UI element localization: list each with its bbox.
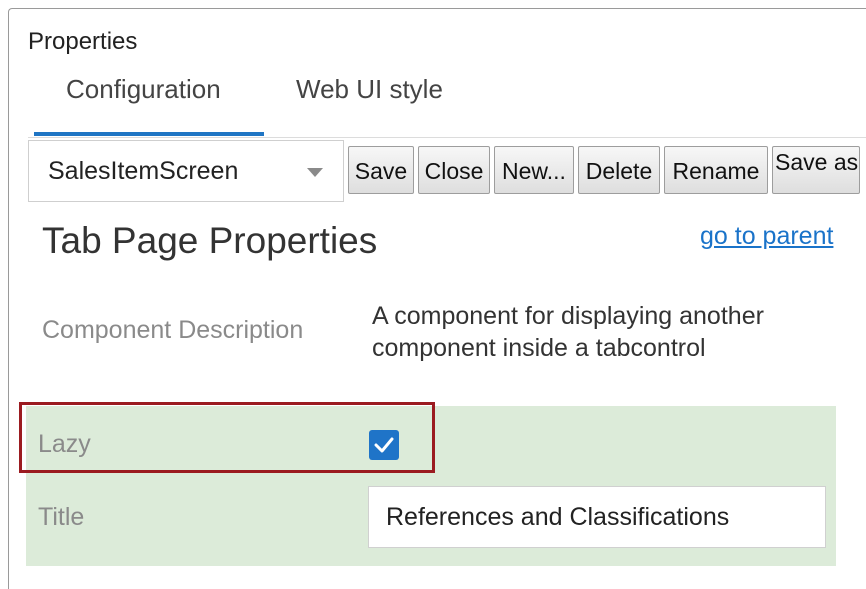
chevron-down-icon [307, 168, 323, 177]
component-description-label: Component Description [42, 316, 304, 344]
tab-web-ui-style[interactable]: Web UI style [296, 74, 443, 105]
lazy-highlight-box [19, 402, 435, 473]
save-as-button[interactable]: Save as [772, 146, 860, 194]
component-description-value: A component for displaying another compo… [372, 302, 764, 362]
rename-button[interactable]: Rename [664, 146, 768, 194]
page-title: Tab Page Properties [42, 220, 378, 261]
screen-select-value: SalesItemScreen [48, 157, 239, 185]
save-button[interactable]: Save [348, 146, 414, 194]
title-input[interactable] [368, 486, 826, 548]
delete-button[interactable]: Delete [578, 146, 660, 194]
close-button[interactable]: Close [418, 146, 490, 194]
title-label: Title [38, 503, 85, 531]
tab-divider [28, 137, 866, 138]
go-to-parent-link[interactable]: go to parent [700, 222, 833, 251]
new-button[interactable]: New... [494, 146, 574, 194]
screen-select[interactable]: SalesItemScreen [28, 140, 344, 202]
active-tab-indicator [34, 132, 264, 136]
panel-title: Properties [28, 28, 138, 55]
tab-configuration[interactable]: Configuration [66, 74, 221, 105]
